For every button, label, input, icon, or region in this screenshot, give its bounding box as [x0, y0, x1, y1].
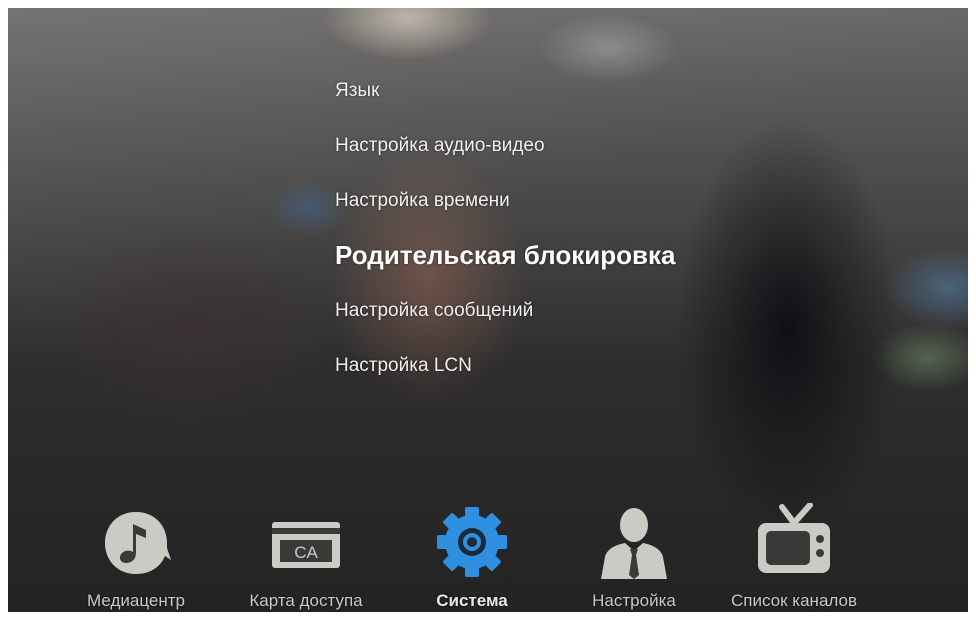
tv-icon: [758, 503, 830, 573]
menu-item-time[interactable]: Настройка времени: [335, 190, 510, 212]
music-note-icon: [105, 512, 171, 574]
dock-item-channel-list[interactable]: Список каналов: [714, 503, 874, 612]
dock-label-access-card: Карта доступа: [249, 591, 363, 610]
dock-label-channel-list: Список каналов: [731, 591, 857, 610]
dock-label-settings: Настройка: [592, 591, 676, 610]
gear-icon: [437, 507, 507, 577]
menu-item-language[interactable]: Язык: [335, 80, 379, 102]
user-icon: [601, 508, 667, 579]
dock-item-settings[interactable]: Настройка: [554, 503, 714, 612]
tv-screen: Язык Настройка аудио-видео Настройка вре…: [8, 8, 968, 612]
menu-item-audio-video[interactable]: Настройка аудио-видео: [335, 135, 545, 157]
menu-item-messages[interactable]: Настройка сообщений: [335, 300, 533, 322]
ca-card-icon: CA: [272, 522, 340, 568]
menu-item-parental-lock[interactable]: Родительская блокировка: [335, 240, 675, 271]
ca-card-text: CA: [294, 543, 318, 562]
menu-item-lcn[interactable]: Настройка LCN: [335, 355, 472, 377]
bottom-dock: Медиацентр CA Карта доступа Система Наст…: [8, 503, 968, 612]
dock-label-mediacenter: Медиацентр: [87, 591, 185, 610]
dock-item-mediacenter[interactable]: Медиацентр: [56, 503, 216, 612]
dock-item-system[interactable]: Система: [392, 503, 552, 612]
dock-label-system: Система: [436, 591, 508, 610]
dock-item-access-card[interactable]: CA Карта доступа: [226, 503, 386, 612]
